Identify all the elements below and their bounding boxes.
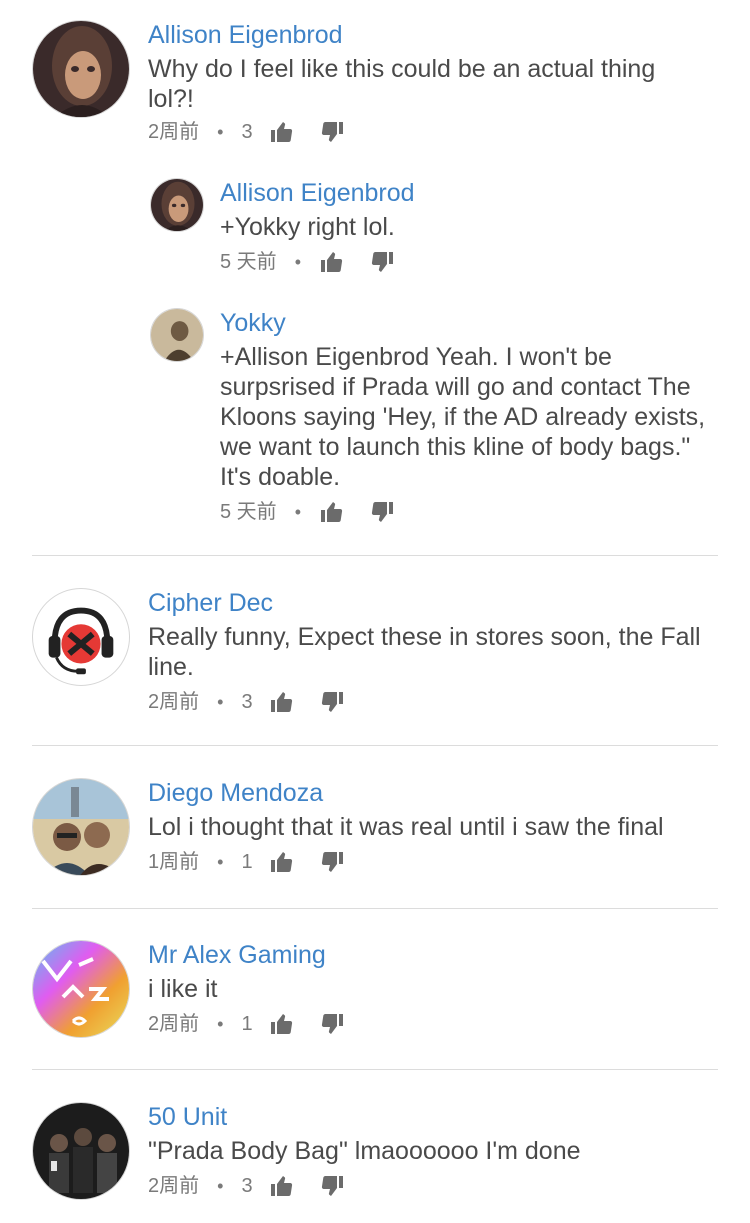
- separator-dot: •: [217, 1014, 224, 1034]
- thumbs-down-icon[interactable]: [321, 1012, 345, 1036]
- comment-author[interactable]: Diego Mendoza: [148, 778, 323, 808]
- comment-time: 5 天前: [220, 251, 277, 273]
- like-count: 3: [241, 121, 253, 143]
- comment-text: Really funny, Expect these in stores soo…: [148, 623, 701, 681]
- comment-time: 2周前: [148, 121, 200, 143]
- comment-text: Why do I feel like this could be an actu…: [148, 55, 656, 113]
- headset-logo-icon: [48, 607, 114, 675]
- thumbs-down-icon[interactable]: [321, 1174, 345, 1198]
- thumbs-down-icon[interactable]: [321, 120, 345, 144]
- comment-time: 2周前: [148, 691, 200, 713]
- avatar[interactable]: [150, 178, 204, 232]
- like-count: 1: [241, 1013, 253, 1035]
- comment-author[interactable]: Cipher Dec: [148, 588, 273, 618]
- thumbs-down-icon[interactable]: [321, 850, 345, 874]
- divider: [32, 908, 718, 909]
- comment-author[interactable]: 50 Unit: [148, 1102, 227, 1132]
- separator-dot: •: [294, 502, 301, 522]
- portrait-sepia-icon: [151, 309, 203, 361]
- thumbs-up-icon[interactable]: [319, 250, 343, 274]
- comment-meta: 1周前 • 1: [148, 850, 373, 874]
- divider: [32, 745, 718, 746]
- like-count: 1: [241, 851, 253, 873]
- comment-meta: 2周前 • 3: [148, 120, 373, 144]
- thumbs-down-icon[interactable]: [371, 500, 395, 524]
- comment-text: Lol i thought that it was real until i s…: [148, 813, 664, 841]
- divider: [32, 555, 718, 556]
- like-count: 3: [241, 691, 253, 713]
- avatar[interactable]: [32, 940, 130, 1038]
- comment-text: +Allison Eigenbrod Yeah. I won't be surp…: [220, 343, 706, 491]
- comment-time: 2周前: [148, 1013, 200, 1035]
- thumbs-down-icon[interactable]: [321, 690, 345, 714]
- comment-author[interactable]: Allison Eigenbrod: [220, 178, 415, 208]
- colorful-logo-icon: [33, 941, 129, 1037]
- portrait-woman-dark-icon: [151, 179, 203, 231]
- comment-author[interactable]: Allison Eigenbrod: [148, 20, 343, 50]
- portrait-woman-dark-icon: [33, 21, 129, 117]
- separator-dot: •: [217, 852, 224, 872]
- thumbs-up-icon[interactable]: [319, 500, 343, 524]
- avatar[interactable]: [32, 1102, 130, 1200]
- comment-meta: 2周前 • 3: [148, 1174, 373, 1198]
- selfie-photo-icon: [33, 779, 129, 875]
- avatar[interactable]: [32, 588, 130, 686]
- separator-dot: •: [217, 1176, 224, 1196]
- separator-dot: •: [217, 122, 224, 142]
- comment-author[interactable]: Yokky: [220, 308, 286, 338]
- comment-time: 2周前: [148, 1175, 200, 1197]
- comment-time: 1周前: [148, 851, 200, 873]
- comment-time: 5 天前: [220, 501, 277, 523]
- thumbs-down-icon[interactable]: [371, 250, 395, 274]
- comment-text: i like it: [148, 975, 218, 1003]
- thumbs-up-icon[interactable]: [269, 1174, 293, 1198]
- separator-dot: •: [217, 692, 224, 712]
- comment-meta: 5 天前 •: [220, 500, 423, 524]
- group-photo-icon: [33, 1103, 129, 1199]
- avatar[interactable]: [32, 20, 130, 118]
- comment-meta: 2周前 • 1: [148, 1012, 373, 1036]
- thumbs-up-icon[interactable]: [269, 120, 293, 144]
- avatar[interactable]: [32, 778, 130, 876]
- divider: [32, 1069, 718, 1070]
- comment-text: "Prada Body Bag" lmaoooooo I'm done: [148, 1137, 581, 1165]
- comment-text: +Yokky right lol.: [220, 213, 395, 241]
- thumbs-up-icon[interactable]: [269, 690, 293, 714]
- comment-meta: 5 天前 •: [220, 250, 423, 274]
- thumbs-up-icon[interactable]: [269, 1012, 293, 1036]
- comment-meta: 2周前 • 3: [148, 690, 373, 714]
- like-count: 3: [241, 1175, 253, 1197]
- separator-dot: •: [294, 252, 301, 272]
- thumbs-up-icon[interactable]: [269, 850, 293, 874]
- comment-author[interactable]: Mr Alex Gaming: [148, 940, 326, 970]
- avatar[interactable]: [150, 308, 204, 362]
